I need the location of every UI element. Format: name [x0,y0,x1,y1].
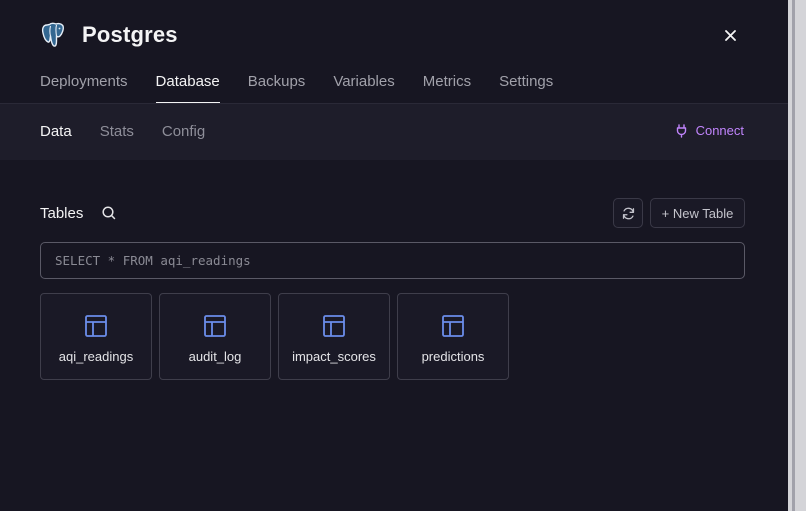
table-cards: aqi_readings audit_log impact_scores pre… [40,293,516,380]
subtab-config[interactable]: Config [162,123,205,140]
connect-button[interactable]: Connect [676,123,744,138]
page-title: Postgres [82,22,178,47]
table-icon [85,315,107,337]
tab-deployments[interactable]: Deployments [40,72,128,104]
scrollbar[interactable] [788,0,806,511]
close-icon [724,29,736,41]
new-table-button[interactable]: + New Table [650,198,745,228]
refresh-icon [622,207,634,219]
scrollbar-track[interactable] [792,0,795,511]
plug-icon [676,123,686,138]
table-name: aqi_readings [58,349,134,364]
close-button[interactable] [720,25,740,45]
table-card-audit-log[interactable]: audit_log [159,293,271,380]
table-icon [323,315,345,337]
sub-navigation-bar: Data Stats Config Connect [0,104,788,160]
table-icon [442,315,464,337]
postgres-elephant-icon [41,22,64,47]
tab-metrics[interactable]: Metrics [423,72,471,104]
tab-variables[interactable]: Variables [333,72,394,104]
table-icon [204,315,226,337]
tables-toolbar: Tables + New Table [40,198,745,228]
tab-settings[interactable]: Settings [499,72,553,104]
refresh-button[interactable] [613,198,643,228]
table-card-predictions[interactable]: predictions [397,293,509,380]
tab-database[interactable]: Database [155,72,220,104]
tables-heading: Tables [40,205,84,222]
main-tabs: Deployments Database Backups Variables M… [40,72,581,104]
sql-query-input[interactable] [40,242,745,279]
table-card-impact-scores[interactable]: impact_scores [278,293,390,380]
table-name: impact_scores [292,349,376,364]
subtab-data[interactable]: Data [40,123,72,140]
sub-tabs: Data Stats Config [40,123,233,140]
subtab-stats[interactable]: Stats [100,123,134,140]
tab-backups[interactable]: Backups [248,72,306,104]
database-panel: Postgres Deployments Database Backups Va… [0,0,788,511]
connect-label: Connect [695,123,744,138]
table-name: predictions [421,349,485,364]
panel-header: Postgres [40,20,178,50]
search-icon[interactable] [101,205,117,221]
table-name: audit_log [188,349,242,364]
table-card-aqi-readings[interactable]: aqi_readings [40,293,152,380]
